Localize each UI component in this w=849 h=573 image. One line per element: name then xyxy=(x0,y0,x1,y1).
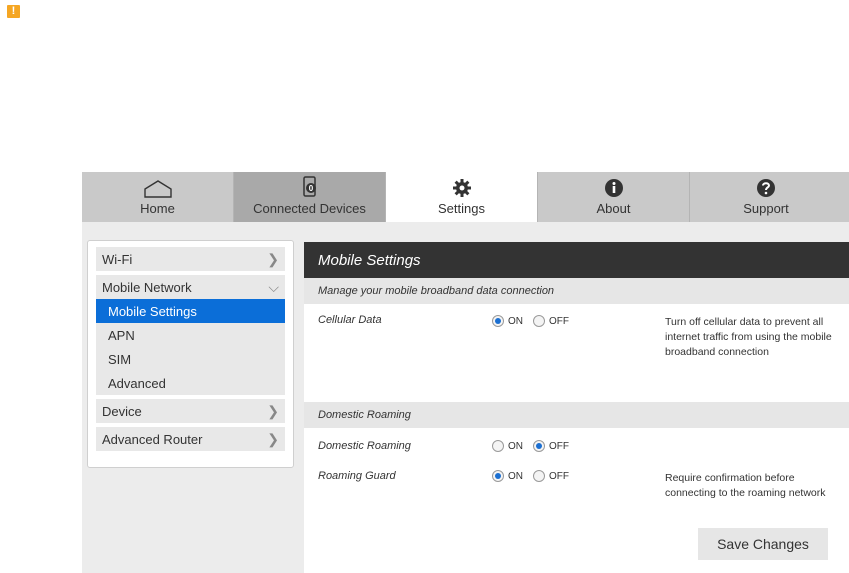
roaming-guard-label: Roaming Guard xyxy=(318,470,396,482)
save-changes-button[interactable]: Save Changes xyxy=(698,528,828,560)
warning-icon: ! xyxy=(7,5,20,18)
panel-title: Mobile Settings xyxy=(304,242,849,278)
top-navigation: Home 0 Connected Devices Settings About … xyxy=(82,172,849,222)
tab-connected-devices[interactable]: 0 Connected Devices xyxy=(234,172,386,222)
sidebar-item-advanced-router[interactable]: Advanced Router ❯ xyxy=(96,427,285,451)
chevron-right-icon: ❯ xyxy=(267,430,279,447)
cellular-data-description: Turn off cellular data to prevent all in… xyxy=(665,316,832,358)
sidebar-item-advanced[interactable]: Advanced xyxy=(96,371,285,395)
sidebar-item-mobile-network[interactable]: Mobile Network ⌵ xyxy=(96,275,285,299)
home-icon xyxy=(143,176,173,198)
domestic-roaming-label: Domestic Roaming xyxy=(318,440,411,452)
sidebar-item-wifi[interactable]: Wi-Fi ❯ xyxy=(96,247,285,271)
radio-label: ON xyxy=(508,440,523,452)
chevron-right-icon: ❯ xyxy=(267,250,279,267)
tab-settings[interactable]: Settings xyxy=(386,172,538,222)
chevron-right-icon: ❯ xyxy=(267,402,279,419)
sidebar-item-apn[interactable]: APN xyxy=(96,323,285,347)
radio-label: OFF xyxy=(549,440,569,452)
sidebar-item-label: Advanced Router xyxy=(102,431,203,447)
roaming-guard-on-radio[interactable] xyxy=(492,470,504,482)
domestic-roaming-row: Domestic Roaming ON OFF xyxy=(304,428,849,460)
tab-about-label: About xyxy=(596,201,631,216)
radio-label: ON xyxy=(508,315,523,327)
domestic-roaming-radio-group: ON OFF xyxy=(492,440,575,452)
sidebar-item-label: Mobile Network xyxy=(102,279,192,295)
sidebar-group-mobile-network: Mobile Network ⌵ Mobile Settings APN SIM… xyxy=(96,275,285,395)
cellular-data-on-radio[interactable] xyxy=(492,315,504,327)
sidebar-item-sim[interactable]: SIM xyxy=(96,347,285,371)
sidebar: Wi-Fi ❯ Mobile Network ⌵ Mobile Settings… xyxy=(87,240,294,468)
cellular-data-row: Cellular Data ON OFF Turn off cellular d… xyxy=(304,304,849,402)
roaming-guard-row: Roaming Guard ON OFF Require confirmatio… xyxy=(304,460,849,520)
roaming-guard-description: Require confirmation before connecting t… xyxy=(665,472,826,499)
tab-home-label: Home xyxy=(140,201,175,216)
tab-about[interactable]: About xyxy=(538,172,690,222)
panel-subtitle: Manage your mobile broadband data connec… xyxy=(304,278,849,304)
device-count-badge: 0 xyxy=(308,184,313,193)
tab-support[interactable]: Support xyxy=(690,172,842,222)
radio-label: ON xyxy=(508,470,523,482)
section-domestic-roaming: Domestic Roaming xyxy=(304,402,849,428)
gear-icon xyxy=(452,176,472,198)
sidebar-item-label: Device xyxy=(102,403,142,419)
info-icon xyxy=(604,176,624,198)
domestic-roaming-off-radio[interactable] xyxy=(533,440,545,452)
domestic-roaming-on-radio[interactable] xyxy=(492,440,504,452)
tab-home[interactable]: Home xyxy=(82,172,234,222)
tab-settings-label: Settings xyxy=(438,201,485,216)
cellular-data-off-radio[interactable] xyxy=(533,315,545,327)
sidebar-item-device[interactable]: Device ❯ xyxy=(96,399,285,423)
radio-label: OFF xyxy=(549,315,569,327)
roaming-guard-radio-group: ON OFF xyxy=(492,470,575,482)
mobile-settings-panel: Mobile Settings Manage your mobile broad… xyxy=(304,242,849,573)
roaming-guard-off-radio[interactable] xyxy=(533,470,545,482)
tab-connected-devices-label: Connected Devices xyxy=(253,201,366,216)
radio-label: OFF xyxy=(549,470,569,482)
sidebar-item-mobile-settings[interactable]: Mobile Settings xyxy=(96,299,285,323)
connected-devices-icon: 0 xyxy=(302,176,318,198)
help-icon xyxy=(756,176,776,198)
chevron-down-icon: ⌵ xyxy=(268,278,279,295)
tab-support-label: Support xyxy=(743,201,789,216)
cellular-data-label: Cellular Data xyxy=(318,314,382,326)
sidebar-item-label: Wi-Fi xyxy=(102,251,133,267)
cellular-data-radio-group: ON OFF xyxy=(492,315,575,327)
